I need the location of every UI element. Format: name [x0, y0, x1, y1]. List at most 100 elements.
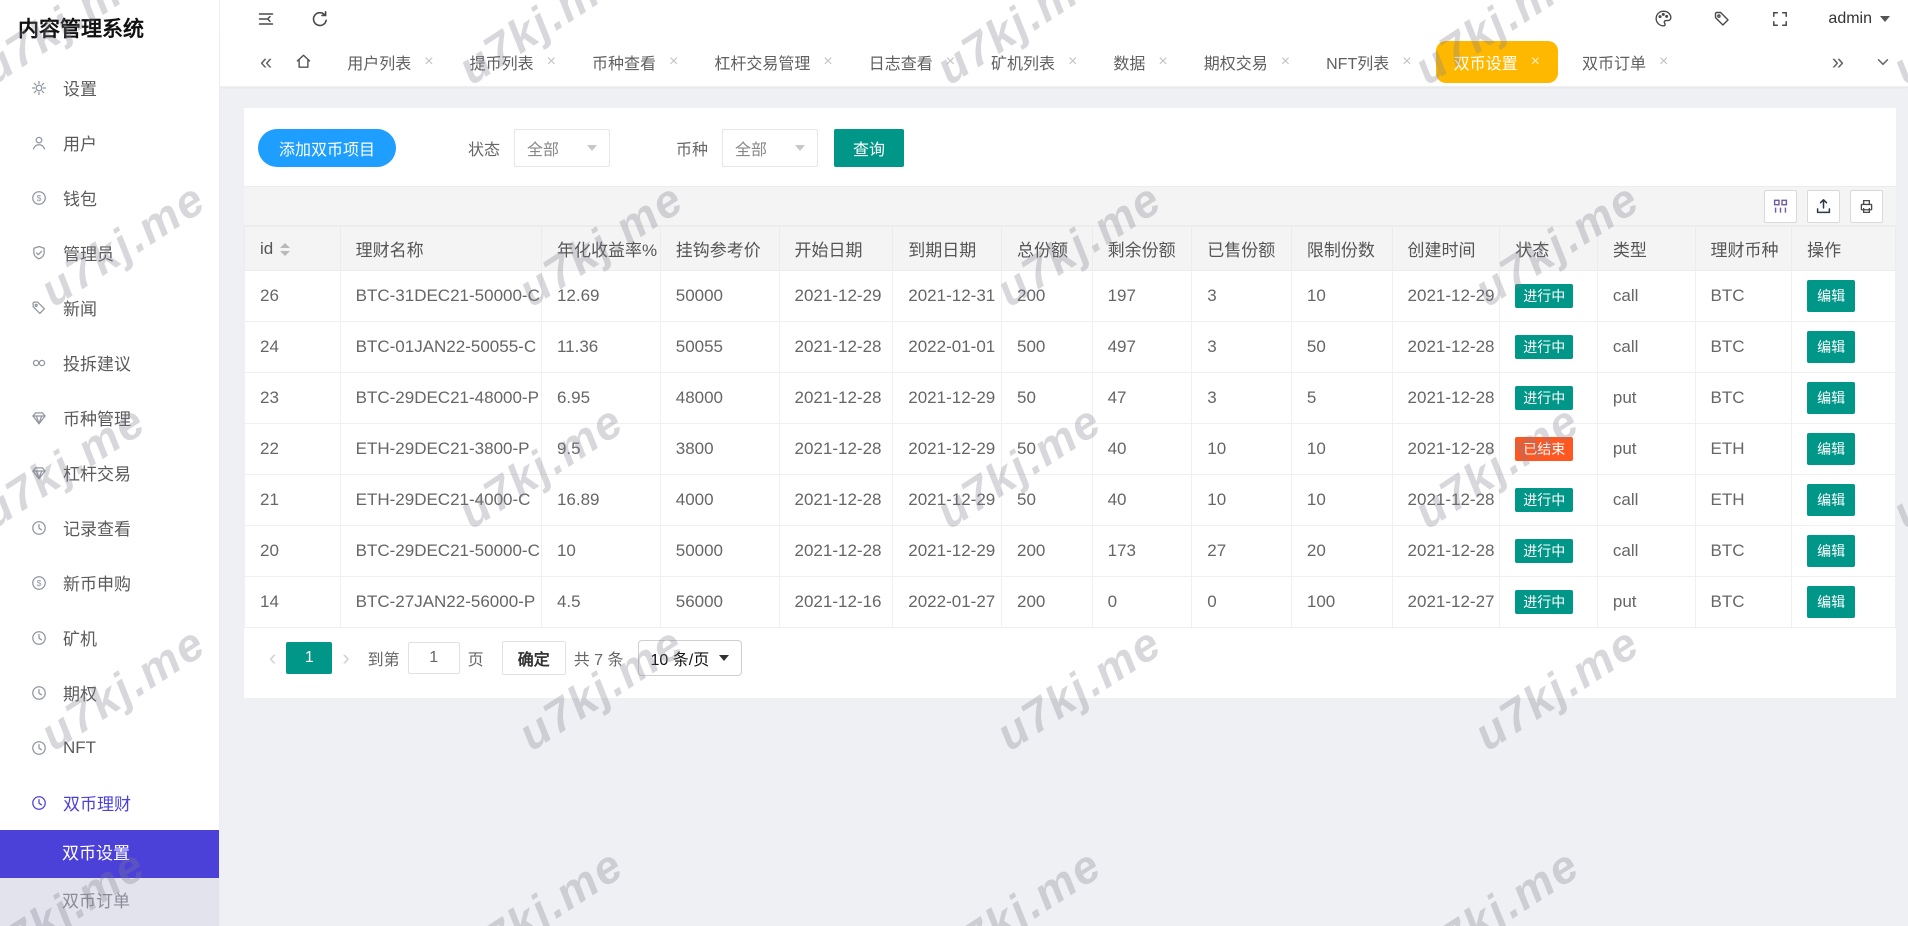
- column-header: 类型: [1597, 227, 1695, 271]
- refresh-icon[interactable]: [310, 9, 330, 29]
- sidebar-item[interactable]: 记录查看: [0, 500, 219, 555]
- print-icon[interactable]: [1850, 190, 1883, 223]
- cell-status: 已结束: [1500, 424, 1598, 475]
- sidebar-item[interactable]: 新闻: [0, 280, 219, 335]
- sidebar-item[interactable]: 双币理财: [0, 775, 219, 830]
- cell-ref_price: 50000: [660, 526, 779, 577]
- page-size-select[interactable]: 10 条/页: [638, 640, 743, 676]
- cell-end: 2021-12-31: [893, 271, 1002, 322]
- sidebar-item[interactable]: 投拆建议: [0, 335, 219, 390]
- close-tab-icon[interactable]: ×: [1659, 54, 1668, 70]
- close-tab-icon[interactable]: ×: [1402, 54, 1411, 70]
- column-header: 状态: [1500, 227, 1598, 271]
- close-tab-icon[interactable]: ×: [823, 54, 832, 70]
- tab[interactable]: 双币设置×: [1436, 41, 1558, 83]
- sidebar-subitem[interactable]: 双币订单: [0, 878, 219, 926]
- edit-button[interactable]: 编辑: [1807, 484, 1855, 516]
- close-tab-icon[interactable]: ×: [1281, 54, 1290, 70]
- column-header: 操作: [1792, 227, 1896, 271]
- cell-total: 200: [1001, 526, 1092, 577]
- close-tab-icon[interactable]: ×: [946, 54, 955, 70]
- search-button[interactable]: 查询: [834, 129, 904, 167]
- status-select[interactable]: 全部: [514, 129, 610, 167]
- sidebar-item[interactable]: 管理员: [0, 225, 219, 280]
- cell-type: put: [1597, 373, 1695, 424]
- cell-start: 2021-12-28: [779, 322, 893, 373]
- cell-end: 2021-12-29: [893, 424, 1002, 475]
- cell-id: 20: [245, 526, 341, 577]
- sidebar-item[interactable]: 矿机: [0, 610, 219, 665]
- coin-select[interactable]: 全部: [722, 129, 818, 167]
- edit-button[interactable]: 编辑: [1807, 586, 1855, 618]
- scroll-tabs-left-icon[interactable]: «: [254, 51, 278, 73]
- close-tab-icon[interactable]: ×: [1158, 54, 1167, 70]
- sidebar-item[interactable]: 期权: [0, 665, 219, 720]
- tab[interactable]: 期权交易×: [1186, 37, 1308, 87]
- add-dual-currency-button[interactable]: 添加双币项目: [258, 129, 396, 167]
- cell-status: 进行中: [1500, 271, 1598, 322]
- collapse-sidebar-icon[interactable]: [256, 9, 276, 29]
- tab[interactable]: 提币列表×: [452, 37, 574, 87]
- fullscreen-icon[interactable]: [1770, 9, 1790, 29]
- tab[interactable]: 日志查看×: [851, 37, 973, 87]
- close-tab-icon[interactable]: ×: [1531, 54, 1540, 70]
- cell-sold: 10: [1192, 424, 1292, 475]
- tab-label: 数据: [1113, 50, 1145, 74]
- tab[interactable]: 币种查看×: [574, 37, 696, 87]
- tab[interactable]: 双币订单×: [1564, 37, 1686, 87]
- sidebar-item[interactable]: 杠杆交易: [0, 445, 219, 500]
- prev-page-icon[interactable]: ‹: [259, 647, 286, 669]
- tag-icon[interactable]: [1712, 9, 1732, 29]
- user-menu[interactable]: admin: [1828, 10, 1890, 28]
- close-tab-icon[interactable]: ×: [669, 54, 678, 70]
- sidebar-item[interactable]: $钱包: [0, 170, 219, 225]
- filter-columns-icon[interactable]: [1764, 190, 1797, 223]
- cell-end: 2022-01-01: [893, 322, 1002, 373]
- cell-limit: 50: [1291, 322, 1392, 373]
- sidebar-item[interactable]: 用户: [0, 115, 219, 170]
- cell-end: 2022-01-27: [893, 577, 1002, 628]
- cell-ref_price: 50055: [660, 322, 779, 373]
- home-tab-icon[interactable]: [294, 52, 313, 71]
- sort-icon[interactable]: [280, 243, 290, 256]
- status-badge: 进行中: [1515, 488, 1573, 513]
- status-filter-label: 状态: [468, 136, 500, 160]
- scroll-tabs-right-icon[interactable]: »: [1826, 51, 1850, 73]
- goto-page-input[interactable]: [408, 642, 460, 674]
- edit-button[interactable]: 编辑: [1807, 280, 1855, 312]
- current-page[interactable]: 1: [286, 642, 332, 674]
- tab[interactable]: 杠杆交易管理×: [696, 37, 850, 87]
- close-tab-icon[interactable]: ×: [547, 54, 556, 70]
- sidebar-subitem[interactable]: 双币设置: [0, 830, 219, 878]
- tabs-menu-icon[interactable]: [1874, 53, 1892, 71]
- cell-remaining: 40: [1092, 475, 1192, 526]
- edit-button[interactable]: 编辑: [1807, 535, 1855, 567]
- close-tab-icon[interactable]: ×: [1068, 54, 1077, 70]
- next-page-icon[interactable]: ›: [332, 647, 359, 669]
- cell-name: ETH-29DEC21-3800-P: [340, 424, 541, 475]
- tab[interactable]: 用户列表×: [329, 37, 451, 87]
- tab[interactable]: NFT列表×: [1308, 37, 1429, 87]
- cell-name: BTC-29DEC21-48000-P: [340, 373, 541, 424]
- confirm-page-button[interactable]: 确定: [502, 641, 566, 675]
- column-header[interactable]: id: [245, 227, 341, 271]
- sidebar-item-label: 矿机: [63, 625, 97, 650]
- edit-button[interactable]: 编辑: [1807, 382, 1855, 414]
- sidebar-item[interactable]: $新币申购: [0, 555, 219, 610]
- edit-button[interactable]: 编辑: [1807, 331, 1855, 363]
- cell-remaining: 40: [1092, 424, 1192, 475]
- cell-status: 进行中: [1500, 526, 1598, 577]
- edit-button[interactable]: 编辑: [1807, 433, 1855, 465]
- sidebar-item[interactable]: 设置: [0, 60, 219, 115]
- svg-text:$: $: [37, 578, 42, 588]
- close-tab-icon[interactable]: ×: [424, 54, 433, 70]
- export-icon[interactable]: [1807, 190, 1840, 223]
- cell-ref_price: 48000: [660, 373, 779, 424]
- column-header: 开始日期: [779, 227, 893, 271]
- theme-palette-icon[interactable]: [1653, 8, 1674, 29]
- sidebar-item[interactable]: NFT: [0, 720, 219, 775]
- tab[interactable]: 矿机列表×: [973, 37, 1095, 87]
- column-header: 创建时间: [1392, 227, 1500, 271]
- sidebar-item[interactable]: 币种管理: [0, 390, 219, 445]
- tab[interactable]: 数据 ×: [1095, 37, 1185, 87]
